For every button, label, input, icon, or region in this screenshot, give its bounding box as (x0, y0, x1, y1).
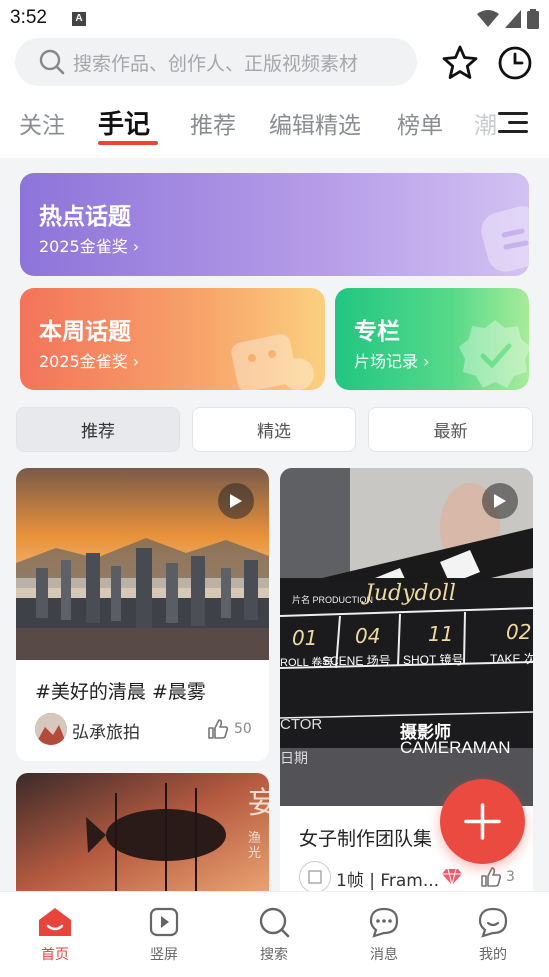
avatar[interactable] (299, 861, 331, 891)
author-name[interactable]: 1帧 | Fram... (336, 866, 439, 891)
clapper-shot: 11 (428, 622, 454, 646)
top-bar: 搜索作品、创作人、正版视频素材 关注 手记 推荐 编辑精选 榜单 潮 (0, 38, 549, 158)
active-tab-indicator (98, 141, 158, 145)
menu-icon[interactable] (498, 112, 528, 138)
like-count: 3 (506, 869, 515, 885)
column-card[interactable]: 专栏 片场记录 › (335, 288, 529, 390)
author-name[interactable]: 弘承旅拍 (72, 718, 140, 743)
message-icon (369, 907, 399, 938)
favorites-star-icon[interactable] (441, 44, 479, 82)
create-post-button[interactable] (440, 779, 525, 864)
nav-profile[interactable]: 我的 (453, 906, 533, 964)
profile-icon (478, 907, 508, 938)
nav-vertical[interactable]: 竖屏 (124, 906, 204, 964)
feed-title: #美好的清晨 #晨雾 (35, 681, 206, 703)
nav-home[interactable]: 首页 (15, 906, 95, 964)
like-count: 50 (234, 721, 252, 737)
feed-thumbnail: 妄 (16, 773, 269, 891)
tab-recommend[interactable]: 推荐 (190, 106, 236, 140)
category-tabs: 关注 手记 推荐 编辑精选 榜单 潮 (0, 104, 549, 150)
clapper-director: CTOR (280, 716, 323, 733)
hot-topic-title: 热点话题 (39, 204, 131, 230)
history-clock-icon[interactable] (496, 44, 534, 82)
nav-vertical-label: 竖屏 (150, 947, 178, 963)
avatar[interactable] (35, 713, 67, 745)
clapper-production-label: 片名 PRODUCTION (292, 595, 374, 605)
hot-topic-subtitle: 2025金雀奖 › (39, 237, 140, 256)
column-title: 专栏 (354, 319, 400, 345)
vertical-video-icon (149, 907, 179, 937)
feed-card[interactable]: #美好的清晨 #晨雾 弘承旅拍 50 (16, 468, 269, 761)
home-icon (39, 908, 71, 936)
tab-overflow: 潮 (470, 104, 500, 150)
notification-icon: A (72, 12, 86, 26)
chat-bubble-icon (481, 206, 529, 272)
tab-ranking[interactable]: 榜单 (397, 106, 443, 140)
clapper-label-take: TAKE 次 (490, 652, 533, 666)
clapper-production-value: Judydoll (365, 581, 456, 606)
svg-text:妄: 妄 (248, 786, 269, 821)
filter-featured[interactable]: 精选 (192, 407, 356, 452)
status-time: 3:52 (10, 7, 47, 28)
nav-messages[interactable]: 消息 (344, 906, 424, 964)
play-icon[interactable] (482, 483, 518, 519)
signal-icon (505, 10, 521, 28)
clapper-label-scene: SCENE 场号 (322, 654, 391, 668)
search-input[interactable]: 搜索作品、创作人、正版视频素材 (73, 49, 358, 76)
tab-follow[interactable]: 关注 (19, 106, 65, 140)
like-icon[interactable] (480, 866, 502, 888)
clapper-roll: 01 (292, 626, 318, 650)
weekly-topic-card[interactable]: 本周话题 2025金雀奖 › (20, 288, 325, 390)
nav-messages-label: 消息 (370, 947, 398, 963)
tab-editors-pick[interactable]: 编辑精选 (269, 106, 361, 140)
badge-check-icon (459, 320, 529, 388)
feed-title: 女子制作团队集 (299, 828, 433, 850)
nav-home-label: 首页 (41, 947, 69, 963)
clapper-scene: 04 (355, 624, 381, 648)
like-icon[interactable] (207, 718, 229, 740)
search-icon (39, 49, 65, 75)
diamond-icon (442, 868, 462, 886)
wifi-icon (477, 10, 499, 27)
tab-trend[interactable]: 潮 (474, 106, 497, 140)
weekly-topic-title: 本周话题 (39, 319, 131, 345)
tab-notes[interactable]: 手记 (98, 104, 150, 141)
weekly-topic-subtitle: 2025金雀奖 › (39, 352, 140, 371)
robot-icon (231, 334, 314, 390)
nav-search[interactable]: 搜索 (234, 906, 314, 964)
filter-recommend[interactable]: 推荐 (16, 407, 180, 452)
nav-profile-label: 我的 (479, 947, 507, 963)
clapper-take: 02 (506, 620, 532, 644)
fish-caption: 渔光 (248, 831, 262, 861)
battery-icon (527, 9, 539, 29)
hot-topic-card[interactable]: 热点话题 2025金雀奖 › (20, 173, 529, 276)
bottom-navigation: 首页 竖屏 搜索 消息 我的 (0, 891, 549, 977)
nav-search-label: 搜索 (260, 947, 288, 963)
column-subtitle: 片场记录 › (354, 352, 430, 371)
filter-latest[interactable]: 最新 (368, 407, 533, 452)
search-icon (259, 907, 290, 938)
clapper-cameraman-en: CAMERAMAN (400, 738, 511, 757)
clapper-date: 日期 (280, 751, 308, 767)
feed-card[interactable]: 妄 渔光 (16, 773, 269, 891)
plus-icon (464, 803, 501, 840)
search-box[interactable]: 搜索作品、创作人、正版视频素材 (15, 38, 417, 86)
clapper-label-shot: SHOT 镜号 (403, 653, 464, 667)
status-bar: 3:52 A (0, 0, 549, 38)
play-icon[interactable] (218, 483, 254, 519)
